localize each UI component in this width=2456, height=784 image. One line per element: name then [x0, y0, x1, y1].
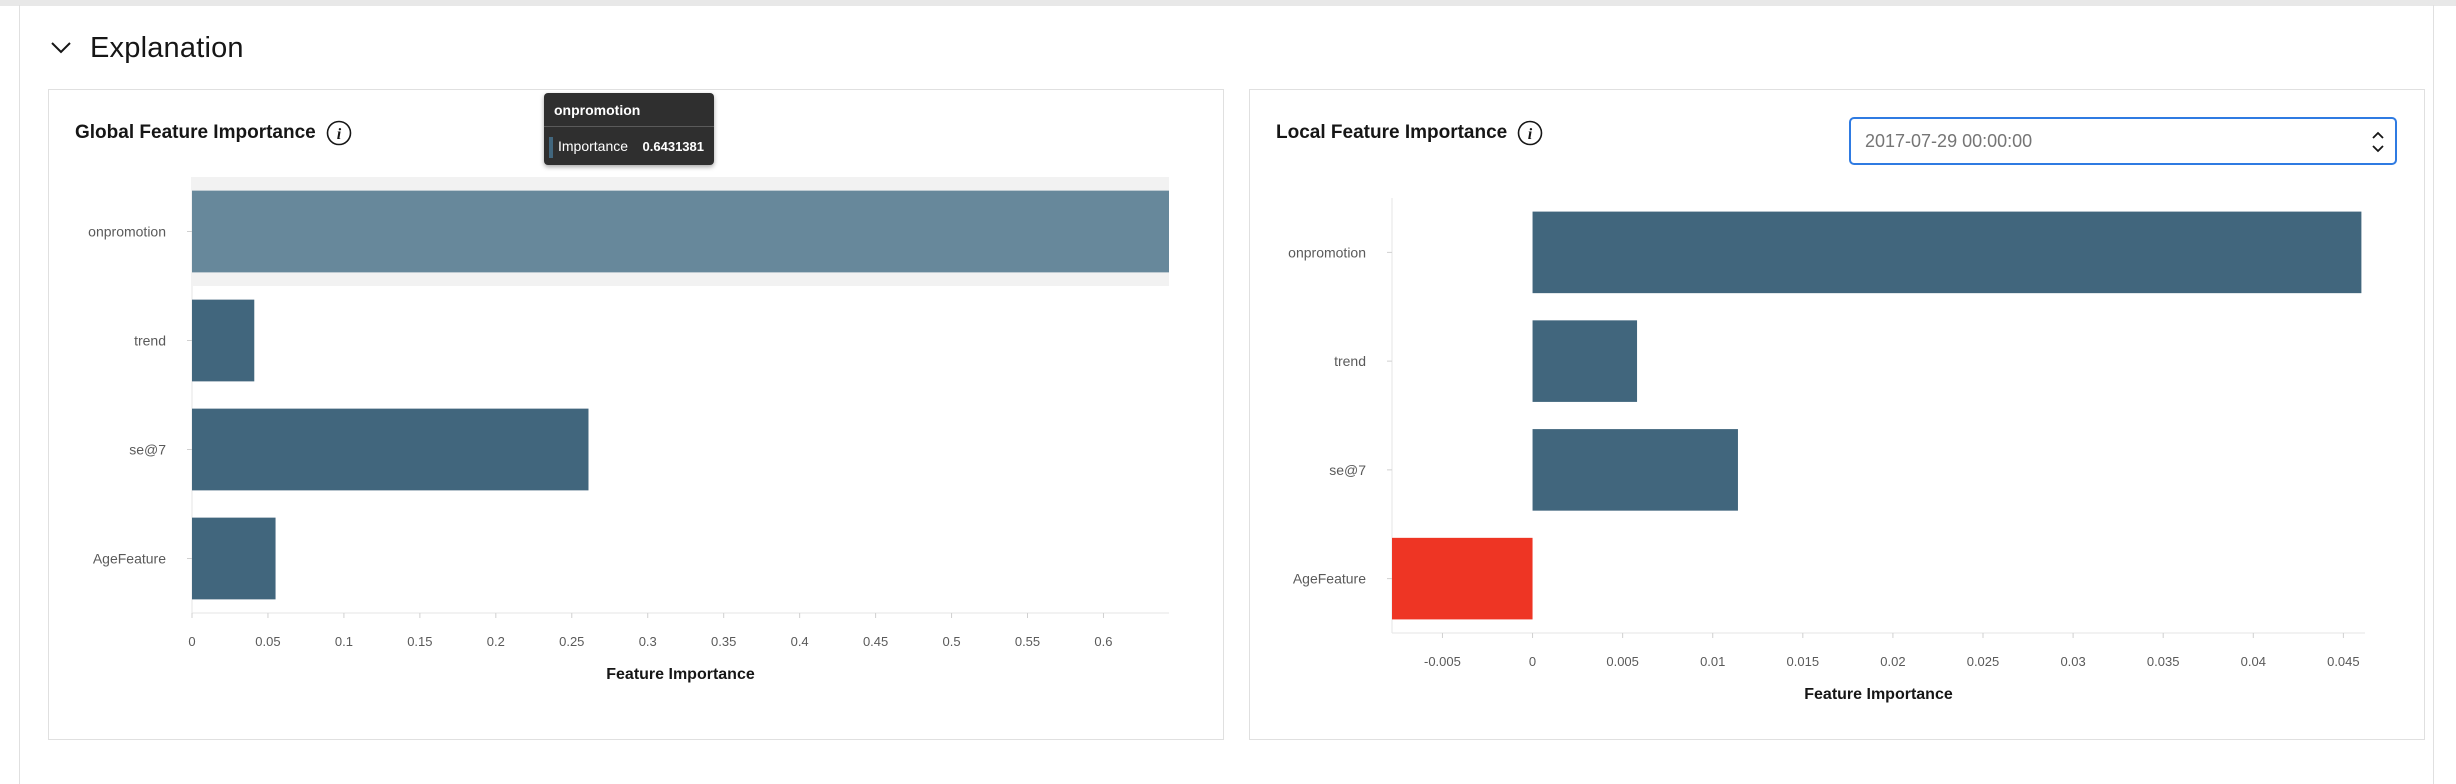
y-tick-label: onpromotion	[1288, 244, 1366, 260]
y-tick-label: trend	[1334, 353, 1366, 369]
x-tick-label: 0.05	[255, 634, 280, 649]
x-axis-title: Feature Importance	[606, 666, 755, 683]
bar-onpromotion	[1532, 211, 2362, 294]
x-axis-title: Feature Importance	[1804, 686, 1953, 703]
local-importance-card: Local Feature Importance i 2017-07-29 00…	[1249, 89, 2425, 740]
x-tick-label: 0.55	[1015, 634, 1040, 649]
x-tick-label: 0.01	[1700, 654, 1725, 669]
x-tick-label: 0.02	[1880, 654, 1905, 669]
local-chart: onpromotion trend se@7 AgeFeature -0.005 0 0.0…	[1288, 198, 2365, 703]
bar-se@7	[192, 408, 589, 491]
x-tick-label: 0.03	[2060, 654, 2085, 669]
x-tick-label: 0.025	[1967, 654, 2000, 669]
x-tick-label: 0.6	[1094, 634, 1112, 649]
y-tick-label: onpromotion	[88, 224, 166, 240]
x-tick-label: 0.3	[639, 634, 657, 649]
chevron-down-icon[interactable]	[48, 35, 74, 61]
x-tick-label: 0.005	[1606, 654, 1639, 669]
bar-trend	[192, 299, 255, 382]
tooltip-swatch	[549, 137, 553, 158]
bar-AgeFeature	[1392, 537, 1533, 620]
global-chart: onpromotion trend se@7 AgeFeature 0 0.05 0.1 0.…	[88, 177, 1169, 683]
x-tick-label: 0.04	[2241, 654, 2266, 669]
x-tick-label: 0.35	[711, 634, 736, 649]
bar-se@7	[1532, 429, 1738, 511]
y-tick-label: AgeFeature	[1293, 571, 1366, 587]
x-tick-label: -0.005	[1424, 654, 1461, 669]
x-tick-label: 0.15	[407, 634, 432, 649]
x-tick-label: 0	[1529, 654, 1536, 669]
bar-trend	[1532, 320, 1638, 402]
x-tick-label: 0.4	[791, 634, 809, 649]
x-tick-label: 0.45	[863, 634, 888, 649]
x-tick-label: 0.045	[2327, 654, 2360, 669]
section-title: Explanation	[90, 31, 244, 64]
tooltip-value: 0.6431381	[642, 139, 704, 154]
tooltip-label: Importance	[558, 138, 629, 154]
y-tick-label: se@7	[129, 442, 166, 458]
x-tick-label: 0.015	[1787, 654, 1820, 669]
x-tick-label: 0.035	[2147, 654, 2180, 669]
global-importance-card: Global Feature Importance i onpromotion t…	[48, 89, 1224, 740]
y-tick-label: se@7	[1329, 462, 1366, 478]
x-tick-label: 0.25	[559, 634, 584, 649]
tooltip-divider	[544, 126, 714, 127]
section-header[interactable]: Explanation	[48, 28, 244, 68]
x-tick-label: 0	[188, 634, 195, 649]
y-tick-label: trend	[134, 333, 166, 349]
x-tick-label: 0.1	[335, 634, 353, 649]
bar-onpromotion	[192, 190, 1169, 273]
tooltip-title: onpromotion	[554, 102, 641, 118]
y-tick-label: AgeFeature	[93, 551, 166, 567]
x-tick-label: 0.5	[943, 634, 961, 649]
x-tick-label: 0.2	[487, 634, 505, 649]
chart-tooltip: onpromotion Importance 0.6431381	[544, 93, 714, 165]
bar-AgeFeature	[192, 517, 276, 600]
